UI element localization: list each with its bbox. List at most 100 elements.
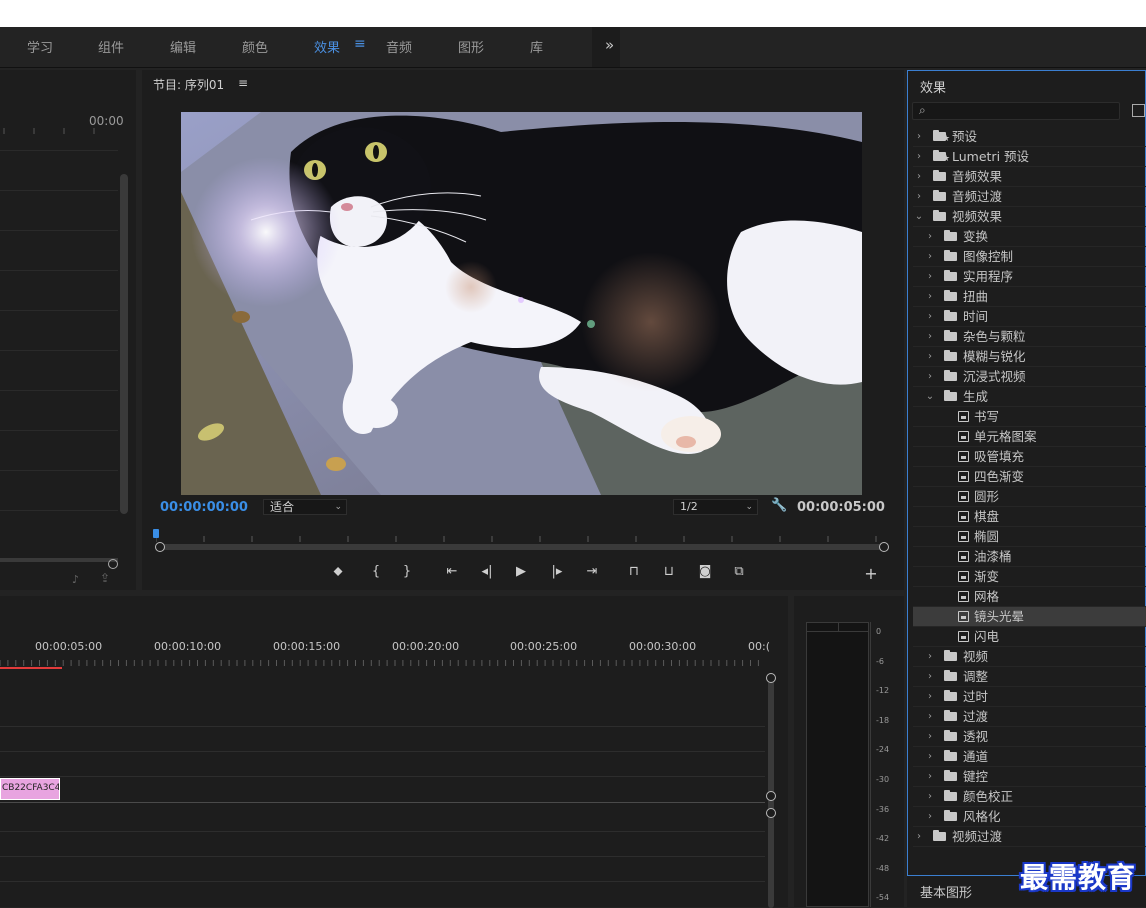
program-playhead[interactable] <box>153 529 159 538</box>
workspace-overflow-icon[interactable]: » <box>605 36 614 54</box>
chevron-right-icon[interactable]: › <box>925 287 935 306</box>
effects-tree-item[interactable]: › 过渡 <box>913 707 1146 727</box>
export-icon[interactable]: ⇪ <box>100 571 110 585</box>
chevron-right-icon[interactable]: › <box>925 267 935 286</box>
effects-tree-item[interactable]: › 风格化 <box>913 807 1146 827</box>
workspace-menu-icon[interactable]: ≡ <box>354 36 366 52</box>
basic-graphics-tab[interactable]: 基本图形 <box>920 882 972 901</box>
zoom-handle-right[interactable] <box>879 542 889 552</box>
effects-tree-item[interactable]: › 颜色校正 <box>913 787 1146 807</box>
source-zoom-handle[interactable] <box>108 559 118 569</box>
effects-tree-item[interactable]: › 扭曲 <box>913 287 1146 307</box>
scroll-handle-lower[interactable] <box>766 808 776 818</box>
timeline-work-area-bar[interactable] <box>0 667 62 669</box>
chevron-right-icon[interactable]: › <box>925 767 935 786</box>
effects-tree-item[interactable]: › 实用程序 <box>913 267 1146 287</box>
scroll-handle-middle[interactable] <box>766 791 776 801</box>
chevron-right-icon[interactable]: › <box>925 707 935 726</box>
effects-tree-item[interactable]: › 音频效果 <box>913 167 1146 187</box>
effects-tree-item[interactable]: 网格 <box>913 587 1146 607</box>
effects-tree-item[interactable]: 吸管填充 <box>913 447 1146 467</box>
chevron-down-icon[interactable]: ⌄ <box>925 387 935 406</box>
export-frame-button[interactable]: ◙ <box>695 564 715 579</box>
chevron-right-icon[interactable]: › <box>925 667 935 686</box>
effects-tree-item[interactable]: 椭圆 <box>913 527 1146 547</box>
chevron-right-icon[interactable]: › <box>925 247 935 266</box>
effects-tree-item[interactable]: › ★ 预设 <box>913 127 1146 147</box>
workspace-tab-audio[interactable]: 音频 <box>386 37 412 56</box>
effects-tree-item[interactable]: › ★ Lumetri 预设 <box>913 147 1146 167</box>
audio-output-icon[interactable]: ♪ <box>72 573 79 586</box>
chevron-right-icon[interactable]: › <box>914 147 924 166</box>
workspace-tab-effects[interactable]: 效果 <box>314 37 340 56</box>
new-bin-icon[interactable] <box>1132 104 1145 117</box>
add-marker-button[interactable]: ⬥ <box>328 564 348 579</box>
effects-tree-item[interactable]: › 过时 <box>913 687 1146 707</box>
chevron-right-icon[interactable]: › <box>925 327 935 346</box>
button-editor-add-button[interactable]: + <box>861 564 881 583</box>
chevron-right-icon[interactable]: › <box>925 747 935 766</box>
effects-tree-item[interactable]: › 键控 <box>913 767 1146 787</box>
step-forward-button[interactable]: |▸ <box>547 564 567 579</box>
mark-in-button[interactable]: { <box>366 564 386 579</box>
chevron-right-icon[interactable]: › <box>925 647 935 666</box>
timeline-time-ruler[interactable] <box>0 656 768 668</box>
program-current-timecode[interactable]: 00:00:00:00 <box>160 500 248 515</box>
chevron-right-icon[interactable]: › <box>914 187 924 206</box>
effects-tree-item[interactable]: › 模糊与锐化 <box>913 347 1146 367</box>
source-scrollbar[interactable] <box>120 174 128 514</box>
zoom-handle-left[interactable] <box>155 542 165 552</box>
effects-tree-item[interactable]: 单元格图案 <box>913 427 1146 447</box>
effects-tree-item[interactable]: › 图像控制 <box>913 247 1146 267</box>
resolution-dropdown[interactable]: 1/2 ⌄ <box>673 499 758 515</box>
program-menu-icon[interactable]: ≡ <box>238 76 248 90</box>
chevron-right-icon[interactable]: › <box>925 227 935 246</box>
wrench-icon[interactable]: 🔧 <box>771 498 787 513</box>
effects-tree-item[interactable]: 棋盘 <box>913 507 1146 527</box>
chevron-right-icon[interactable]: › <box>925 807 935 826</box>
program-title[interactable]: 节目: 序列01 <box>153 76 224 93</box>
chevron-right-icon[interactable]: › <box>925 787 935 806</box>
chevron-right-icon[interactable]: › <box>925 307 935 326</box>
effects-search-input[interactable]: ⌕ <box>912 102 1120 120</box>
effects-tree-item[interactable]: › 调整 <box>913 667 1146 687</box>
program-time-ruler[interactable] <box>156 526 886 542</box>
chevron-down-icon[interactable]: ⌄ <box>914 207 924 226</box>
play-button[interactable]: ▶ <box>511 564 531 579</box>
effects-tree-item[interactable]: › 音频过渡 <box>913 187 1146 207</box>
chevron-right-icon[interactable]: › <box>925 687 935 706</box>
chevron-right-icon[interactable]: › <box>914 827 924 846</box>
effects-tree-item[interactable]: ⌄ 视频效果 <box>913 207 1146 227</box>
chevron-right-icon[interactable]: › <box>925 347 935 366</box>
effects-tree-item[interactable]: › 杂色与颗粒 <box>913 327 1146 347</box>
chevron-right-icon[interactable]: › <box>914 127 924 146</box>
effects-tree-item[interactable]: › 视频 <box>913 647 1146 667</box>
effects-panel-title[interactable]: 效果 <box>920 77 946 96</box>
video-preview[interactable] <box>181 112 862 495</box>
effects-tree-item[interactable]: 圆形 <box>913 487 1146 507</box>
workspace-tab-assembly[interactable]: 组件 <box>98 37 124 56</box>
comparison-view-button[interactable]: ⧉ <box>729 564 749 579</box>
chevron-right-icon[interactable]: › <box>914 167 924 186</box>
effects-tree-item[interactable]: 油漆桶 <box>913 547 1146 567</box>
effects-tree-item[interactable]: 镜头光晕 <box>913 607 1146 627</box>
fit-dropdown[interactable]: 适合 ⌄ <box>263 499 347 515</box>
timeline-clip[interactable]: CB22CFA3C4 <box>0 778 60 800</box>
mark-out-button[interactable]: } <box>397 564 417 579</box>
workspace-tab-graphics[interactable]: 图形 <box>458 37 484 56</box>
lift-button[interactable]: ⊓ <box>624 564 644 579</box>
effects-tree-item[interactable]: › 通道 <box>913 747 1146 767</box>
effects-tree-item[interactable]: › 透视 <box>913 727 1146 747</box>
effects-tree-item[interactable]: ⌄ 生成 <box>913 387 1146 407</box>
go-to-out-button[interactable]: ⇥ <box>582 564 602 579</box>
effects-tree-item[interactable]: 渐变 <box>913 567 1146 587</box>
workspace-tab-editing[interactable]: 编辑 <box>170 37 196 56</box>
effects-tree-item[interactable]: › 沉浸式视频 <box>913 367 1146 387</box>
workspace-tab-color[interactable]: 颜色 <box>242 37 268 56</box>
effects-tree-item[interactable]: 书写 <box>913 407 1146 427</box>
effects-tree-item[interactable]: › 视频过渡 <box>913 827 1146 847</box>
program-zoom-bar[interactable] <box>159 544 884 550</box>
go-to-in-button[interactable]: ⇤ <box>442 564 462 579</box>
scroll-handle-top[interactable] <box>766 673 776 683</box>
chevron-right-icon[interactable]: › <box>925 727 935 746</box>
